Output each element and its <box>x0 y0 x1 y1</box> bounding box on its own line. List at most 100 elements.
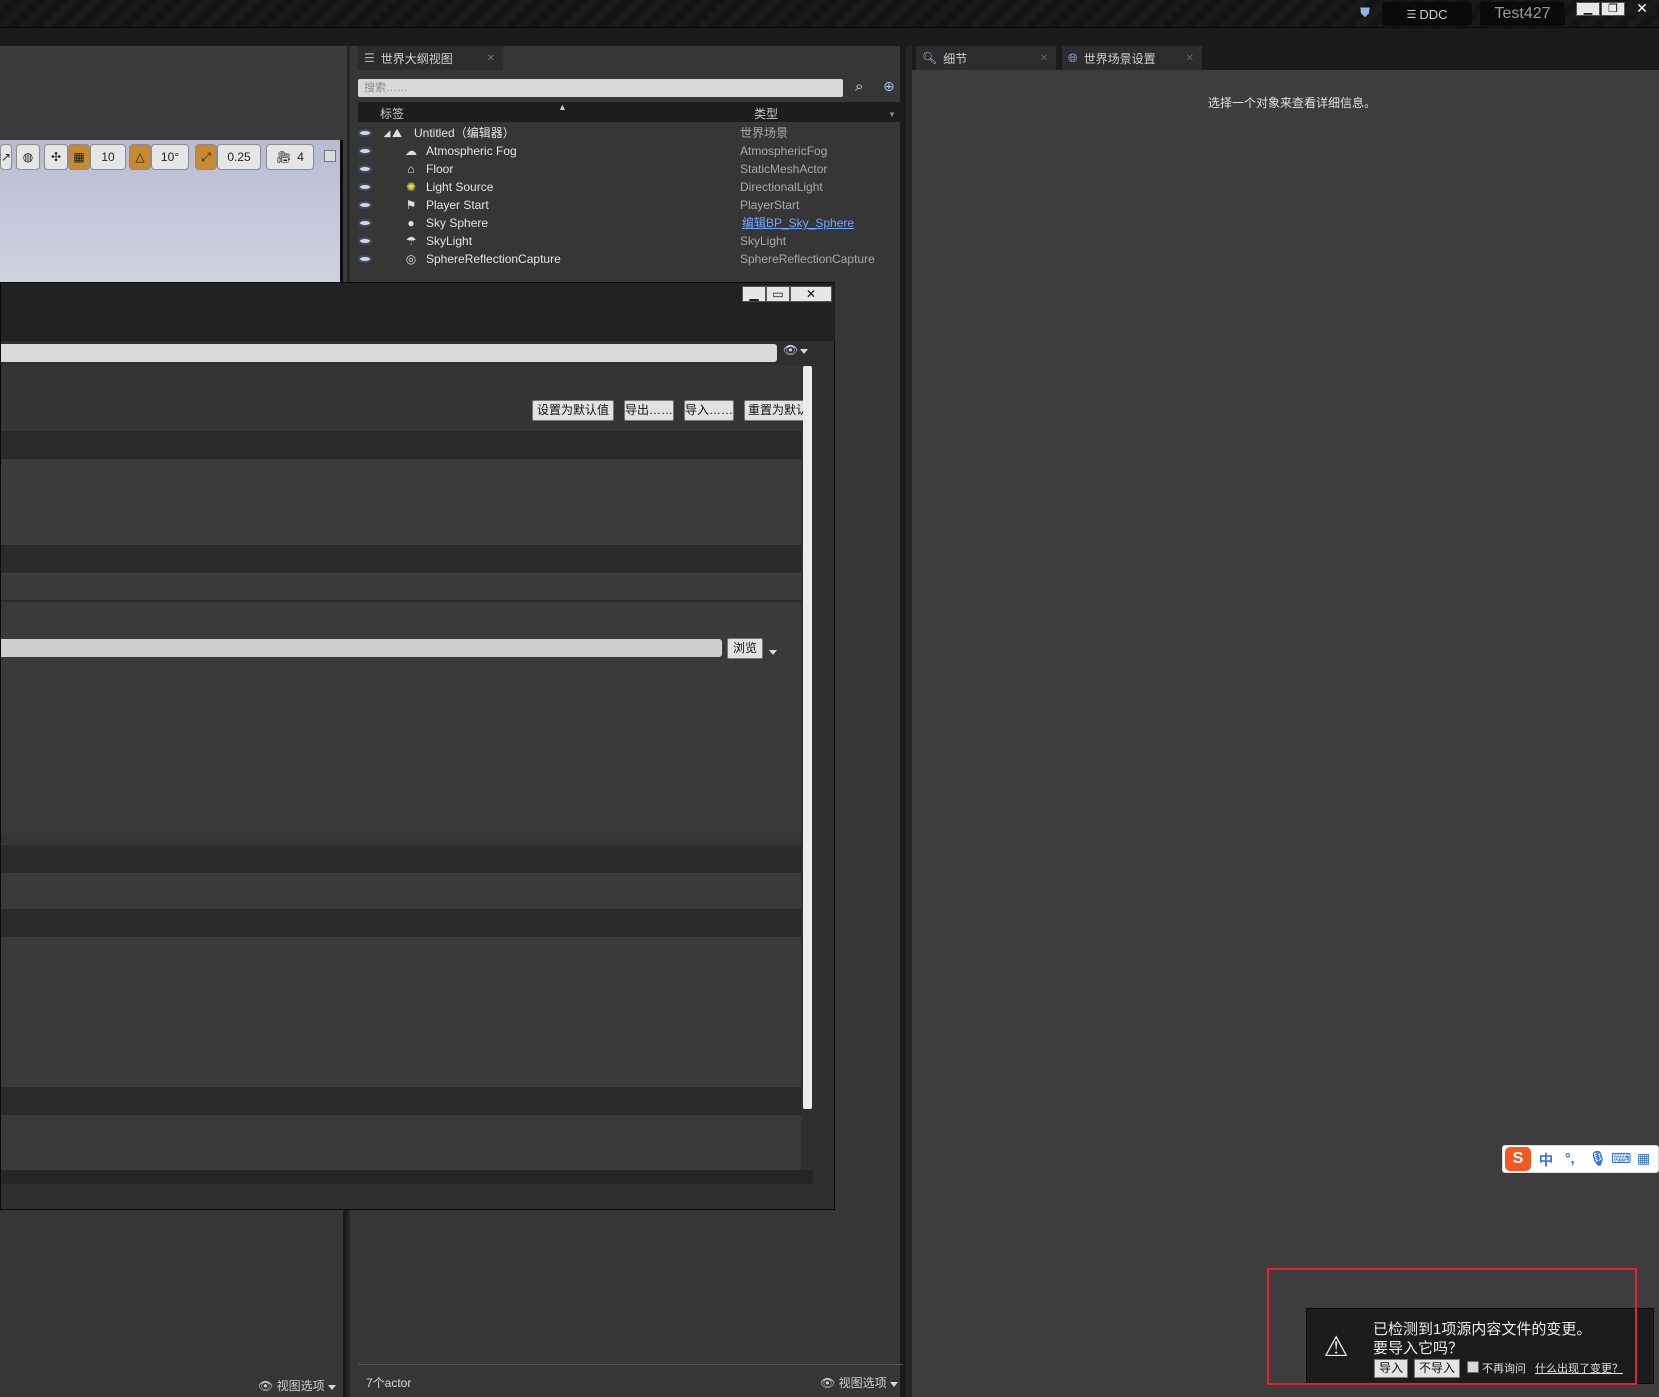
reset-to-default-button[interactable]: 重置为默认 <box>744 400 812 421</box>
search-icon: ⌕ <box>855 78 864 95</box>
close-icon[interactable]: ✕ <box>1040 53 1048 64</box>
sphere-icon: ● <box>407 216 415 230</box>
visibility-eye-icon[interactable] <box>358 201 372 209</box>
left-bottom-panel: 👁︎ 视图选项 <box>0 1210 347 1397</box>
close-button[interactable]: ✕ <box>1628 1 1656 16</box>
minimize-button[interactable]: ▁ <box>1576 2 1600 16</box>
reflection-capture-icon: ◎ <box>405 252 417 266</box>
dialog-bottom-edge <box>1 1170 813 1184</box>
outliner-search-placeholder: 搜索…… <box>364 82 408 94</box>
ddc-icon: ☰ <box>1406 8 1417 21</box>
details-empty-message: 选择一个对象来查看详细信息。 <box>1208 96 1377 110</box>
source-control-icon[interactable]: ⛊ <box>1357 5 1373 21</box>
visibility-eye-icon[interactable] <box>358 255 372 263</box>
grid-snap-label: 10 <box>101 150 115 164</box>
outliner-row[interactable]: ☂ SkyLight SkyLight <box>358 232 903 250</box>
column-dropdown-icon[interactable]: ▼ <box>888 110 896 119</box>
row-label: Atmospheric Fog <box>426 144 517 158</box>
ime-toolbar[interactable]: S 中 °, 🎙︎ ⌨ ▦ <box>1502 1145 1659 1173</box>
tab-world-settings[interactable]: 🌐︎ 世界场景设置 ✕ <box>1062 46 1202 70</box>
maximize-viewport-icon[interactable] <box>324 150 336 162</box>
dialog-scrollbar[interactable] <box>803 366 812 1109</box>
view-options-button[interactable]: 👁︎ 视图选项 <box>820 1374 898 1391</box>
set-as-default-label: 设置为默认值 <box>536 403 609 417</box>
rotation-snap-value[interactable]: 10° <box>151 144 189 170</box>
property-block <box>1 1115 801 1170</box>
keyboard-icon[interactable]: ⌨ <box>1611 1150 1631 1167</box>
property-block <box>1 873 801 909</box>
browse-button[interactable]: 浏览 <box>727 638 763 659</box>
grid-snap-value[interactable]: 10 <box>90 144 126 170</box>
row-label: SkyLight <box>426 234 473 248</box>
tab-world-outliner[interactable]: ☰ 世界大纲视图 ✕ <box>358 46 503 70</box>
view-options-button[interactable]: 👁︎ 视图选项 <box>258 1377 336 1394</box>
surface-snap-icon[interactable]: ✣ <box>44 144 68 170</box>
skylight-icon: ☂ <box>405 234 417 248</box>
world-local-icon[interactable]: ◍ <box>16 144 40 170</box>
row-label: Sky Sphere <box>426 216 489 230</box>
row-type: SkyLight <box>740 234 787 248</box>
import-button[interactable]: 导入…… <box>684 400 734 421</box>
dialog-maximize-button[interactable]: ▭ <box>766 286 790 302</box>
visibility-eye-icon[interactable] <box>358 129 372 137</box>
search-icon: ⌕ <box>758 342 767 359</box>
details-icon: 🔍︎ <box>922 51 938 65</box>
outliner-row[interactable]: ✺ Light Source DirectionalLight <box>358 178 903 196</box>
eye-icon: 👁︎ <box>258 1379 274 1393</box>
punctuation-icon[interactable]: °, <box>1565 1150 1575 1166</box>
visibility-eye-icon[interactable] <box>358 237 372 245</box>
ddc-button[interactable]: ☰ DDC <box>1382 2 1472 26</box>
tab-details[interactable]: 🔍︎ 细节 ✕ <box>916 46 1056 70</box>
outliner-search-input[interactable]: 搜索…… <box>358 79 843 97</box>
export-button[interactable]: 导出…… <box>624 400 674 421</box>
outliner-row[interactable]: ◎ SphereReflectionCapture SphereReflecti… <box>358 250 903 268</box>
visibility-eye-icon[interactable] <box>358 165 372 173</box>
create-folder-icon[interactable]: ⊕ <box>883 78 895 95</box>
scale-snap-icon[interactable]: ⤢ <box>195 144 217 170</box>
dialog-header-band <box>1 365 801 431</box>
details-tab-strip: 🔍︎ 细节 ✕ 🌐︎ 世界场景设置 ✕ <box>912 46 1659 70</box>
row-type: SphereReflectionCapture <box>740 252 875 266</box>
toolbox-icon[interactable]: ▦ <box>1637 1150 1650 1167</box>
outliner-row[interactable]: ⌂ Floor StaticMeshActor <box>358 160 903 178</box>
restore-button[interactable]: ❐ <box>1601 2 1625 16</box>
scale-snap-value[interactable]: 0.25 <box>217 144 261 170</box>
row-type: StaticMeshActor <box>740 162 828 176</box>
ime-mode[interactable]: 中 <box>1539 1150 1553 1170</box>
property-block <box>1 937 801 1087</box>
microphone-icon[interactable]: 🎙︎ <box>1589 1150 1607 1167</box>
row-label: Untitled（编辑器） <box>414 126 515 140</box>
import-label: 导入…… <box>685 403 734 417</box>
close-icon[interactable]: ✕ <box>1186 53 1194 64</box>
visibility-eye-icon[interactable] <box>358 183 372 191</box>
edit-blueprint-link[interactable]: 编辑BP_Sky_Sphere <box>742 214 854 232</box>
scale-snap-label: 0.25 <box>227 150 251 164</box>
dialog-search-input[interactable] <box>1 344 777 362</box>
transform-mode-icon[interactable]: ↗ <box>0 144 12 170</box>
browse-dropdown-icon[interactable] <box>769 644 777 658</box>
row-type: 世界场景 <box>740 126 789 140</box>
grid-snap-icon[interactable]: ▦ <box>68 144 90 170</box>
rotation-snap-icon[interactable]: △ <box>129 144 151 170</box>
column-type-header[interactable]: 类型 <box>754 105 778 122</box>
outliner-row[interactable]: ☁ Atmospheric Fog AtmosphericFog <box>358 142 903 160</box>
file-path-input[interactable] <box>1 639 722 657</box>
dialog-close-button[interactable]: ✕ <box>790 286 832 302</box>
visibility-eye-icon[interactable] <box>358 147 372 155</box>
light-icon: ✺ <box>405 180 417 194</box>
camera-speed-button[interactable]: 🎥︎ 4 <box>266 144 314 170</box>
category-row <box>1 845 801 873</box>
outliner-row[interactable]: ◢ ⛰ Untitled（编辑器） 世界场景 <box>358 124 903 142</box>
visibility-filter-icon[interactable]: 👁︎ <box>783 343 809 357</box>
category-row <box>1 545 801 573</box>
highlight-annotation-box <box>1267 1268 1637 1385</box>
dialog-minimize-button[interactable]: ▁ <box>742 286 766 302</box>
dialog-title-bar[interactable]: ▁ ▭ ✕ <box>1 283 835 341</box>
set-as-default-button[interactable]: 设置为默认值 <box>532 400 614 421</box>
outliner-row[interactable]: ● Sky Sphere 编辑BP_Sky_Sphere <box>358 214 903 232</box>
column-label-header[interactable]: 标签 <box>380 105 404 122</box>
close-icon[interactable]: ✕ <box>487 53 495 64</box>
actor-count: 7个actor <box>366 1376 412 1390</box>
visibility-eye-icon[interactable] <box>358 219 372 227</box>
outliner-row[interactable]: ⚑ Player Start PlayerStart <box>358 196 903 214</box>
